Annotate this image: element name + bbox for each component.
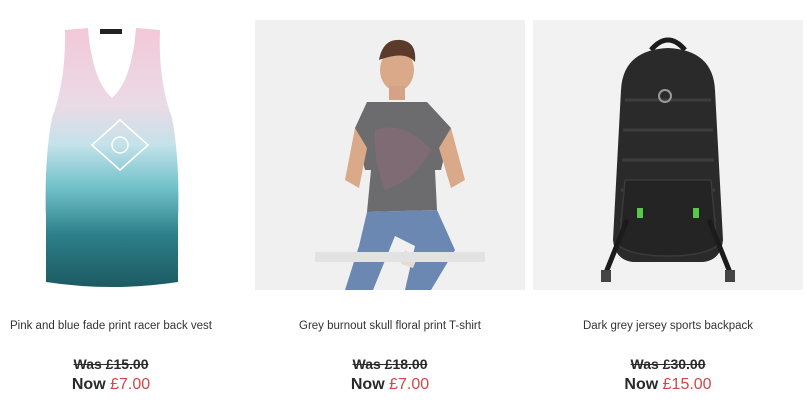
product-image-backpack[interactable] [533, 20, 803, 290]
product-image-tshirt[interactable] [255, 20, 525, 290]
now-label: Now [624, 376, 659, 393]
product-card[interactable]: Dark grey jersey sports backpack Was £30… [533, 0, 803, 402]
now-price: £7.00 [389, 376, 430, 393]
product-now-price-row: Now £15.00 [533, 376, 803, 394]
now-label: Now [350, 376, 385, 393]
product-now-price-row: Now £7.00 [0, 376, 222, 394]
now-price: £7.00 [110, 376, 151, 393]
now-price: £15.00 [662, 376, 712, 393]
product-name[interactable]: Dark grey jersey sports backpack [533, 320, 803, 332]
product-card[interactable]: Grey burnout skull floral print T-shirt … [255, 0, 525, 402]
product-now-price-row: Now £7.00 [255, 376, 525, 394]
product-was-price: Was £18.00 [352, 356, 428, 372]
product-card[interactable]: Pink and blue fade print racer back vest… [0, 0, 222, 402]
product-was-price: Was £15.00 [73, 356, 149, 372]
product-grid: Pink and blue fade print racer back vest… [0, 0, 807, 402]
product-image-vest[interactable] [20, 20, 202, 290]
product-was-price: Was £30.00 [630, 356, 706, 372]
now-label: Now [71, 376, 106, 393]
product-name[interactable]: Pink and blue fade print racer back vest [0, 320, 222, 332]
product-name[interactable]: Grey burnout skull floral print T-shirt [255, 320, 525, 332]
